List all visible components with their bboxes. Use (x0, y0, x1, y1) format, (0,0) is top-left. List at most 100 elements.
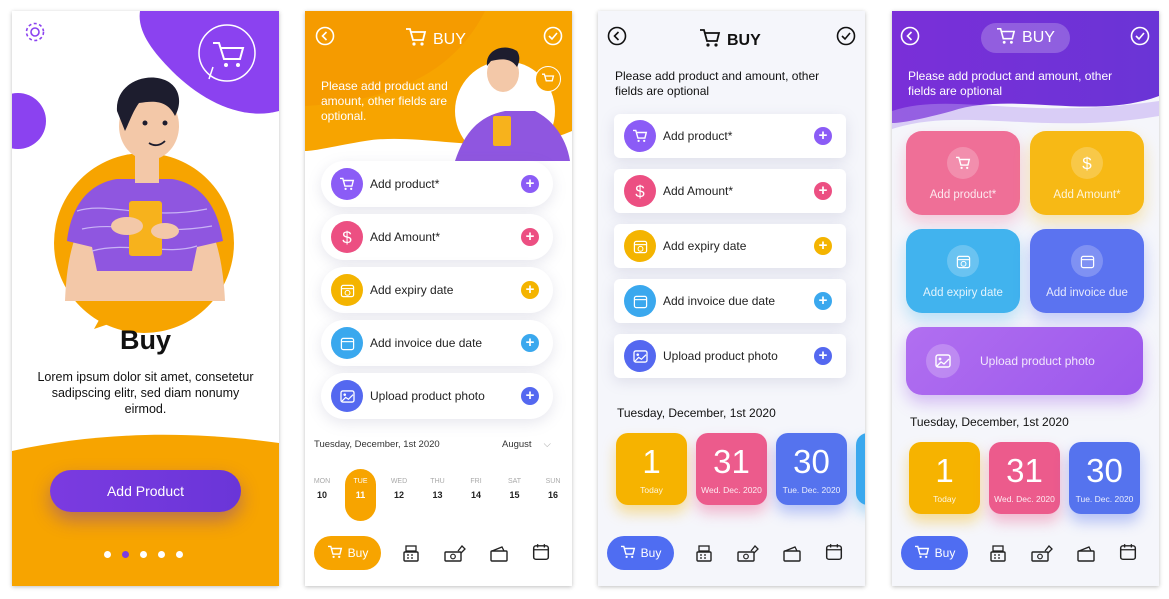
plus-icon[interactable]: + (521, 281, 539, 299)
week-day-number: 15 (509, 490, 520, 500)
field-row[interactable]: $ Add Amount* + (614, 169, 846, 213)
header-title: BUY (981, 23, 1070, 53)
day-caption: Tue. Dec. 2020 (1075, 494, 1134, 504)
field-row[interactable]: Add invoice due date + (614, 279, 846, 323)
day-card[interactable]: 30 Tue. Dec. 2020 (776, 433, 847, 505)
confirm-icon[interactable] (836, 26, 856, 46)
image-icon (926, 344, 960, 378)
field-row[interactable]: Upload product photo + (614, 334, 846, 378)
week-day-number: 13 (432, 490, 443, 500)
confirm-icon[interactable] (543, 26, 563, 46)
field-tile[interactable]: Add product* (906, 131, 1020, 215)
confirm-icon[interactable] (1130, 26, 1150, 46)
image-icon (624, 340, 656, 372)
nav-buy-button[interactable]: Buy (314, 536, 381, 570)
cart-icon (947, 147, 979, 179)
field-row[interactable]: Add product* + (321, 161, 553, 207)
dollar-icon: $ (624, 175, 656, 207)
nav-buy-label: Buy (347, 546, 369, 560)
tile-label: Add Amount* (1053, 189, 1121, 201)
date-label: Tuesday, December, 1st 2020 (910, 415, 1069, 429)
pagination-dots (104, 551, 189, 561)
wallet-icon[interactable] (489, 543, 511, 563)
week-day-name: THU (430, 478, 445, 485)
day-card[interactable]: 1 Today (616, 433, 687, 505)
nav-buy-button[interactable]: Buy (607, 536, 674, 570)
nav-buy-button[interactable]: Buy (901, 536, 968, 570)
page-dot[interactable] (140, 551, 147, 558)
buy-screen-tiles: BUY Please add product and amount, other… (892, 11, 1159, 586)
week-day[interactable]: SUN 16 (538, 478, 568, 500)
day-card[interactable]: 1 Today (909, 442, 980, 514)
day-number: 30 (793, 443, 830, 480)
page-dot[interactable] (158, 551, 165, 558)
page-dot[interactable] (176, 551, 183, 558)
month-label: August (502, 439, 532, 450)
cart-icon (996, 27, 1016, 50)
field-row[interactable]: Add invoice due date + (321, 320, 553, 366)
calendar-icon[interactable] (825, 543, 847, 563)
cash-register-icon[interactable] (694, 543, 716, 563)
page-dot-active[interactable] (122, 551, 129, 558)
money-icon[interactable] (1031, 543, 1053, 563)
money-icon[interactable] (737, 543, 759, 563)
page-dot[interactable] (104, 551, 111, 558)
calendar-icon[interactable] (1119, 543, 1141, 563)
field-row[interactable]: Add expiry date + (321, 267, 553, 313)
field-tile[interactable]: Add expiry date (906, 229, 1020, 313)
field-row[interactable]: Add expiry date + (614, 224, 846, 268)
plus-icon[interactable]: + (814, 127, 832, 145)
day-card[interactable]: 31 Wed. Dec. 2020 (696, 433, 767, 505)
week-day-number: 14 (470, 490, 481, 500)
field-row[interactable]: Upload product photo + (321, 373, 553, 419)
plus-icon[interactable]: + (521, 228, 539, 246)
field-label: Add invoice due date (370, 336, 483, 350)
back-icon[interactable] (900, 26, 920, 46)
day-card[interactable]: 31 Wed. Dec. 2020 (989, 442, 1060, 514)
wallet-icon[interactable] (1076, 543, 1098, 563)
tile-label: Add product* (929, 189, 997, 201)
week-day[interactable]: WED 12 (384, 478, 414, 500)
tile-label: Add expiry date (923, 287, 1003, 299)
plus-icon[interactable]: + (521, 387, 539, 405)
wallet-icon[interactable] (782, 543, 804, 563)
field-label: Upload product photo (663, 349, 778, 363)
tile-label: Add invoice due (1046, 287, 1128, 299)
field-row[interactable]: $ Add Amount* + (321, 214, 553, 260)
upload-photo-tile[interactable]: Upload product photo (906, 327, 1143, 395)
plus-icon[interactable]: + (814, 292, 832, 310)
field-row[interactable]: Add product* + (614, 114, 846, 158)
day-card[interactable]: M (856, 433, 865, 505)
week-day[interactable]: SAT 15 (500, 478, 530, 500)
week-day[interactable]: TUE 11 (346, 478, 376, 500)
week-day[interactable]: FRI 14 (461, 478, 491, 500)
back-icon[interactable] (315, 26, 335, 46)
week-day[interactable]: MON 10 (307, 478, 337, 500)
gear-icon[interactable] (24, 21, 46, 43)
cart-icon (914, 545, 930, 562)
onboarding-body: Lorem ipsum dolor sit amet, consetetur s… (37, 370, 254, 416)
back-icon[interactable] (607, 26, 627, 46)
field-tile[interactable]: Add invoice due (1030, 229, 1144, 313)
week-day-name: TUE (353, 478, 368, 485)
week-day[interactable]: THU 13 (423, 478, 453, 500)
plus-icon[interactable]: + (814, 182, 832, 200)
cash-register-icon[interactable] (401, 543, 423, 563)
plus-icon[interactable]: + (814, 347, 832, 365)
cart-badge-icon (535, 66, 561, 92)
month-select[interactable]: August ⌵ (502, 439, 551, 450)
plus-icon[interactable]: + (814, 237, 832, 255)
calendar-clock-icon (947, 245, 979, 277)
calendar-icon[interactable] (532, 543, 554, 563)
money-icon[interactable] (444, 543, 466, 563)
plus-icon[interactable]: + (521, 334, 539, 352)
plus-icon[interactable]: + (521, 175, 539, 193)
day-card[interactable]: 30 Tue. Dec. 2020 (1069, 442, 1140, 514)
add-product-button[interactable]: Add Product (50, 470, 241, 512)
title-text: BUY (433, 30, 466, 48)
cash-register-icon[interactable] (988, 543, 1010, 563)
day-number: 30 (1086, 452, 1123, 489)
field-tile[interactable]: $ Add Amount* (1030, 131, 1144, 215)
bottom-nav: Buy (892, 536, 1159, 576)
onboarding-screen: Buy Lorem ipsum dolor sit amet, consetet… (12, 11, 279, 586)
